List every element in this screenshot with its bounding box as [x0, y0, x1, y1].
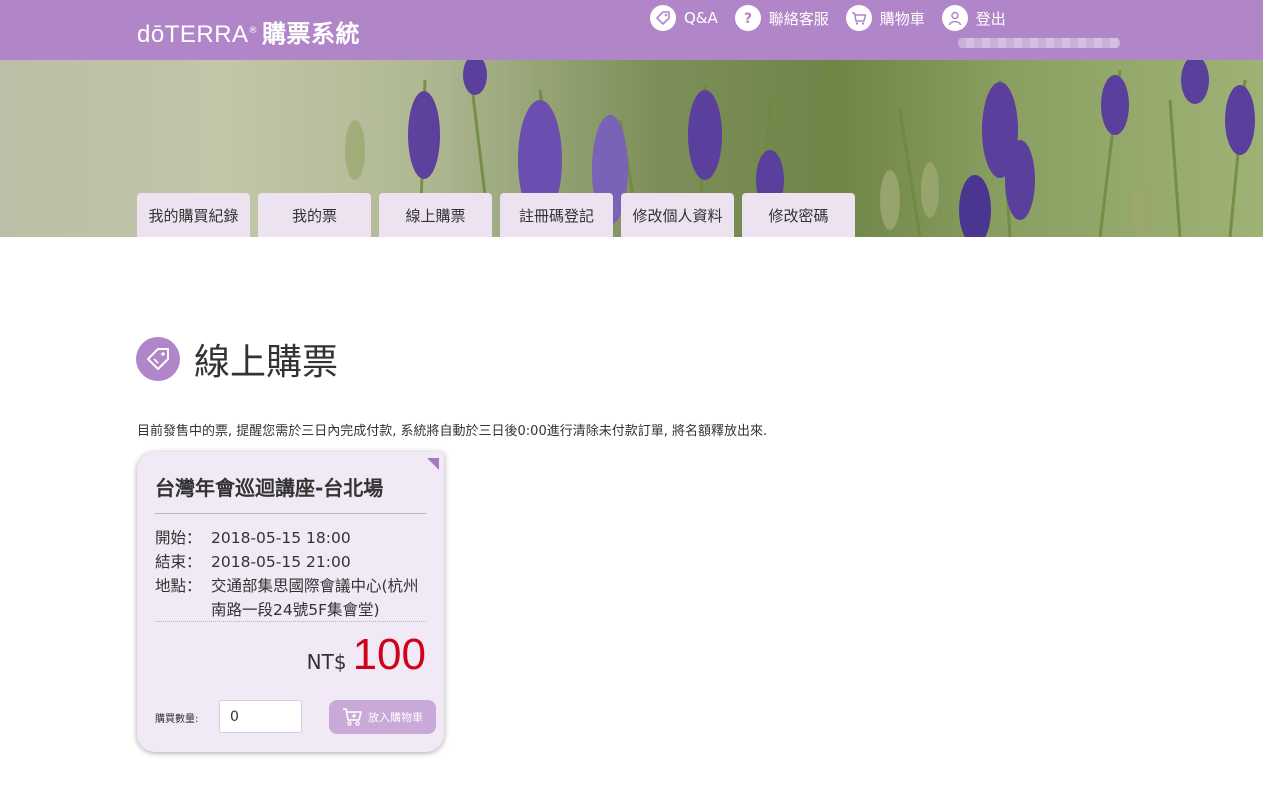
add-to-cart-button[interactable]: 放入購物車	[329, 700, 436, 734]
ticket-card: 台灣年會巡迴講座-台北場 開始： 2018-05-15 18:00 結束： 20…	[137, 452, 444, 752]
nav-cart-label: 購物車	[879, 9, 925, 28]
tab-change-password[interactable]: 修改密碼	[742, 193, 855, 237]
add-cart-icon	[343, 708, 362, 726]
card-corner-mark	[427, 458, 439, 470]
ticket-location-label: 地點：	[155, 577, 202, 595]
card-dotted-divider	[155, 621, 426, 622]
add-to-cart-label: 放入購物車	[368, 711, 423, 724]
nav-cart[interactable]: 購物車	[845, 5, 925, 31]
nav-qa-label: Q&A	[684, 9, 718, 27]
logo-brand: dōTERRA	[137, 21, 249, 48]
ticket-end-value: 2018-05-15 21:00	[211, 553, 351, 571]
logo-registered-mark: ®	[248, 26, 259, 36]
nav-qa[interactable]: Q&A	[650, 5, 718, 31]
ticket-start-label: 開始：	[155, 529, 202, 547]
nav-logout[interactable]: 登出	[941, 5, 1006, 31]
cart-icon	[845, 5, 872, 31]
ticket-price: NT$ 100	[307, 630, 426, 680]
tab-code-registration[interactable]: 註冊碼登記	[500, 193, 613, 237]
price-amount: 100	[352, 630, 426, 679]
ticket-end-label: 結束：	[155, 553, 202, 571]
main-tabs: 我的購買紀錄 我的票 線上購票 註冊碼登記 修改個人資料 修改密碼	[137, 193, 863, 237]
card-divider	[155, 513, 426, 514]
quantity-label: 購買數量:	[155, 714, 199, 725]
site-logo[interactable]: dōTERRA® 購票系統	[137, 14, 360, 49]
tab-purchase-history[interactable]: 我的購買紀錄	[137, 193, 250, 237]
ticket-start-value: 2018-05-15 18:00	[211, 529, 351, 547]
ticket-location-value: 交通部集思國際會議中心(杭州南路一段24號5F集會堂)	[211, 577, 419, 619]
ticket-location-row: 地點： 交通部集思國際會議中心(杭州南路一段24號5F集會堂)	[155, 574, 431, 622]
ticket-start-row: 開始： 2018-05-15 18:00	[155, 526, 431, 550]
tag-icon	[650, 5, 676, 31]
price-currency: NT$	[306, 650, 347, 674]
tab-online-purchase[interactable]: 線上購票	[379, 193, 492, 237]
tab-my-tickets[interactable]: 我的票	[258, 193, 371, 237]
page-title: 線上購票	[194, 342, 339, 383]
ticket-tag-icon	[136, 337, 180, 381]
quantity-input[interactable]	[219, 700, 302, 733]
user-icon	[941, 5, 968, 31]
nav-contact[interactable]: ? 聯絡客服	[734, 5, 829, 31]
nav-logout-label: 登出	[975, 9, 1006, 28]
top-nav: Q&A ? 聯絡客服 購物車 登出	[650, 4, 1023, 32]
tab-edit-profile[interactable]: 修改個人資料	[621, 193, 734, 237]
ticket-end-row: 結束： 2018-05-15 21:00	[155, 550, 431, 574]
nav-contact-label: 聯絡客服	[768, 9, 829, 28]
svg-text:?: ?	[744, 11, 752, 26]
ticket-title: 台灣年會巡迴講座-台北場	[155, 476, 384, 500]
blurred-username	[958, 38, 1120, 48]
question-icon: ?	[734, 5, 761, 31]
page-notice: 目前發售中的票, 提醒您需於三日內完成付款, 系統將自動於三日後0:00進行清除…	[137, 424, 768, 439]
page-header: 線上購票	[136, 333, 338, 385]
logo-system-name: 購票系統	[262, 20, 361, 48]
top-header: dōTERRA® 購票系統 Q&A ? 聯絡客服 購物車 登出	[0, 0, 1263, 60]
